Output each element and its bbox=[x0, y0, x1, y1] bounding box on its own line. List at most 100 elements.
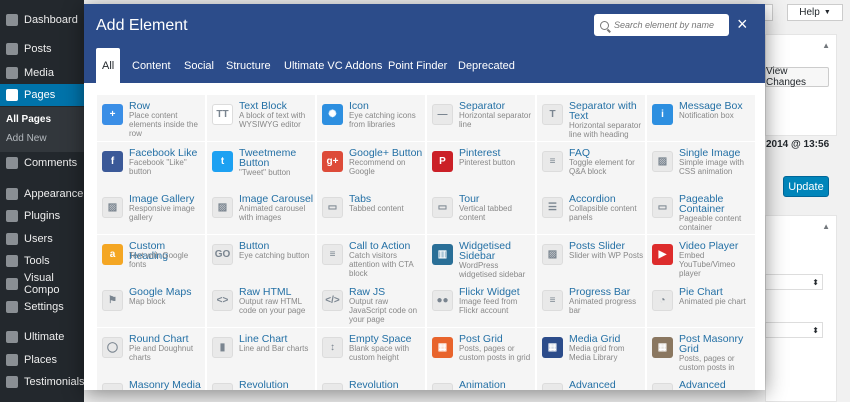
element-card-pinterest[interactable]: P Pinterest Pinterest button bbox=[427, 141, 535, 188]
toggle-icon[interactable]: ▲ bbox=[822, 41, 830, 50]
menu-icon bbox=[6, 233, 18, 245]
menu-icon bbox=[6, 331, 18, 343]
element-card-media-grid[interactable]: ▦ Media Grid Media grid from Media Library bbox=[537, 327, 645, 374]
element-card-post-grid[interactable]: ▦ Post Grid Posts, pages or custom posts i… bbox=[427, 327, 535, 374]
element-name: Advanced bbox=[569, 379, 616, 390]
tab-structure[interactable]: Structure bbox=[226, 48, 271, 83]
toggle-icon[interactable]: ▲ bbox=[822, 222, 830, 231]
parent-select[interactable]: ⬍ bbox=[765, 274, 823, 290]
sidebar-item-plugins[interactable]: Plugins bbox=[0, 205, 84, 227]
close-button[interactable]: × bbox=[737, 15, 748, 33]
element-card-facebook-like[interactable]: f Facebook Like Facebook "Like" button bbox=[97, 141, 205, 188]
element-card-post-masonry-grid[interactable]: ▦ Post Masonry Grid Posts, pages or custom… bbox=[647, 327, 755, 374]
element-card-tabs[interactable]: ▭ Tabs Tabbed content bbox=[317, 188, 425, 234]
element-card-animation[interactable]: Animation bbox=[427, 374, 535, 390]
element-description: A block of text with WYSIWYG editor bbox=[239, 111, 306, 129]
help-button[interactable]: Help ▼ bbox=[787, 4, 843, 21]
sidebar-item-dashboard[interactable]: Dashboard bbox=[0, 9, 84, 31]
search-box[interactable] bbox=[594, 14, 729, 36]
sidebar-item-label: Places bbox=[24, 354, 58, 366]
submenu-item-all-pages[interactable]: All Pages bbox=[0, 114, 84, 125]
element-card-pageable-container[interactable]: ▭ Pageable Container Pageable content cont… bbox=[647, 188, 755, 234]
element-card-separator-with-text[interactable]: T Separator with Text Horizontal separator… bbox=[537, 95, 645, 141]
element-card-single-image[interactable]: ▨ Single Image Simple image with CSS anima… bbox=[647, 141, 755, 188]
element-card-pie-chart[interactable]: ◔ Pie Chart Animated pie chart bbox=[647, 281, 755, 327]
sidebar-item-users[interactable]: Users bbox=[0, 228, 84, 250]
element-card-separator[interactable]: — Separator Horizontal separator line bbox=[427, 95, 535, 141]
tabs-icon: ▭ bbox=[322, 197, 343, 218]
element-card-masonry-media[interactable]: Masonry Media bbox=[97, 374, 205, 390]
element-card-message-box[interactable]: i Message Box Notification box bbox=[647, 95, 755, 141]
element-card-widgetised-sidebar[interactable]: ▥ Widgetised Sidebar WordPress widgetised … bbox=[427, 234, 535, 281]
sidebar-item-visual-compo[interactable]: Visual Compo bbox=[0, 272, 84, 296]
element-name: Empty Space bbox=[349, 332, 412, 345]
separator-icon: — bbox=[432, 104, 453, 125]
element-card-icon[interactable]: ✺ Icon Eye catching icons from libraries bbox=[317, 95, 425, 141]
sidebar-item-settings[interactable]: Settings bbox=[0, 296, 84, 318]
element-description: Slider with WP Posts bbox=[569, 250, 644, 260]
element-description: Collapsible content panels bbox=[569, 204, 637, 222]
element-card-video-player[interactable]: ▶ Video Player Embed YouTube/Vimeo player bbox=[647, 234, 755, 281]
element-card-progress-bar[interactable]: ≡ Progress Bar Animated progress bar bbox=[537, 281, 645, 327]
template-select[interactable]: ⬍ bbox=[765, 322, 823, 338]
icon-glyph: ▦ bbox=[437, 341, 448, 353]
sidebar-item-tools[interactable]: Tools bbox=[0, 250, 84, 272]
element-card-revolution[interactable]: Revolution bbox=[317, 374, 425, 390]
search-icon bbox=[600, 20, 609, 30]
element-name: Pie Chart bbox=[679, 286, 723, 298]
icon-glyph: + bbox=[109, 109, 116, 120]
tab-deprecated[interactable]: Deprecated bbox=[458, 48, 515, 83]
sidebar-item-ultimate[interactable]: Ultimate bbox=[0, 326, 84, 348]
sidebar-item-label: Users bbox=[24, 233, 53, 245]
tab-ultimate-vc-addons[interactable]: Ultimate VC Addons bbox=[284, 48, 382, 83]
search-input[interactable] bbox=[614, 20, 724, 30]
element-card-advanced[interactable]: Advanced bbox=[537, 374, 645, 390]
element-name: Raw JS bbox=[349, 286, 386, 298]
element-name: Video Player bbox=[679, 239, 739, 252]
tab-all[interactable]: All bbox=[96, 48, 121, 83]
tab-point-finder[interactable]: Point Finder bbox=[388, 48, 447, 83]
sidebar-item-media[interactable]: Media bbox=[0, 62, 84, 84]
element-card-accordion[interactable]: ☰ Accordion Collapsible content panels bbox=[537, 188, 645, 234]
submenu-item-add-new[interactable]: Add New bbox=[0, 133, 84, 144]
icon-glyph: ☰ bbox=[548, 202, 557, 213]
sidebar-item-appearance[interactable]: Appearance bbox=[0, 183, 84, 205]
element-card-custom-heading[interactable]: a Custom Heading Text with Google fonts bbox=[97, 234, 205, 281]
sidebar-item-posts[interactable]: Posts bbox=[0, 38, 84, 60]
element-card-row[interactable]: + Row Place content elements inside the ro… bbox=[97, 95, 205, 141]
element-card-raw-html[interactable]: <> Raw HTML Output raw HTML code on your p… bbox=[207, 281, 315, 327]
element-card-google-maps[interactable]: ⚑ Google Maps Map block bbox=[97, 281, 205, 327]
element-card-posts-slider[interactable]: ▨ Posts Slider Slider with WP Posts bbox=[537, 234, 645, 281]
element-card-flickr-widget[interactable]: ●● Flickr Widget Image feed from Flickr ac… bbox=[427, 281, 535, 327]
element-card-empty-space[interactable]: ↕ Empty Space Blank space with custom heig… bbox=[317, 327, 425, 374]
twitter-icon: t bbox=[212, 150, 233, 172]
element-card-advanced[interactable]: Advanced bbox=[647, 374, 755, 390]
element-card-raw-js[interactable]: </> Raw JS Output raw JavaScript code on y… bbox=[317, 281, 425, 327]
element-card-button[interactable]: GO Button Eye catching button bbox=[207, 234, 315, 281]
sidebar-item-pages[interactable]: Pages bbox=[0, 84, 84, 106]
pinterest-icon: P bbox=[432, 150, 453, 172]
element-card-tweetmeme-button[interactable]: t Tweetmeme Button "Tweet" button bbox=[207, 141, 315, 188]
element-card-call-to-action[interactable]: ≡ Call to Action Catch visitors attention … bbox=[317, 234, 425, 281]
sidebar-item-label: Testimonials bbox=[24, 376, 85, 388]
element-card-line-chart[interactable]: ▮ Line Chart Line and Bar charts bbox=[207, 327, 315, 374]
element-card-google-button[interactable]: g+ Google+ Button Recommend on Google bbox=[317, 141, 425, 188]
element-description: Line and Bar charts bbox=[239, 343, 309, 353]
menu-icon bbox=[6, 67, 18, 79]
element-card-revolution[interactable]: Revolution bbox=[207, 374, 315, 390]
sidebar-item-places[interactable]: Places bbox=[0, 349, 84, 371]
sidebar-item-testimonials[interactable]: Testimonials bbox=[0, 371, 85, 393]
element-card-text-block[interactable]: TT Text Block A block of text with WYSIWYG… bbox=[207, 95, 315, 141]
element-description: Vertical tabbed content bbox=[459, 204, 512, 222]
element-card-image-carousel[interactable]: ▨ Image Carousel Animated carousel with im… bbox=[207, 188, 315, 234]
tab-content[interactable]: Content bbox=[132, 48, 171, 83]
element-card-tour[interactable]: ▭ Tour Vertical tabbed content bbox=[427, 188, 535, 234]
sidebar-item-comments[interactable]: Comments bbox=[0, 152, 84, 174]
element-card-round-chart[interactable]: ◯ Round Chart Pie and Doughnut charts bbox=[97, 327, 205, 374]
element-name: Media Grid bbox=[569, 332, 621, 345]
element-card-image-gallery[interactable]: ▨ Image Gallery Responsive image gallery bbox=[97, 188, 205, 234]
tab-social[interactable]: Social bbox=[184, 48, 214, 83]
update-button[interactable]: Update bbox=[783, 176, 829, 197]
element-card-faq[interactable]: ≡ FAQ Toggle element for Q&A block bbox=[537, 141, 645, 188]
view-changes-button[interactable]: View Changes bbox=[765, 66, 829, 88]
